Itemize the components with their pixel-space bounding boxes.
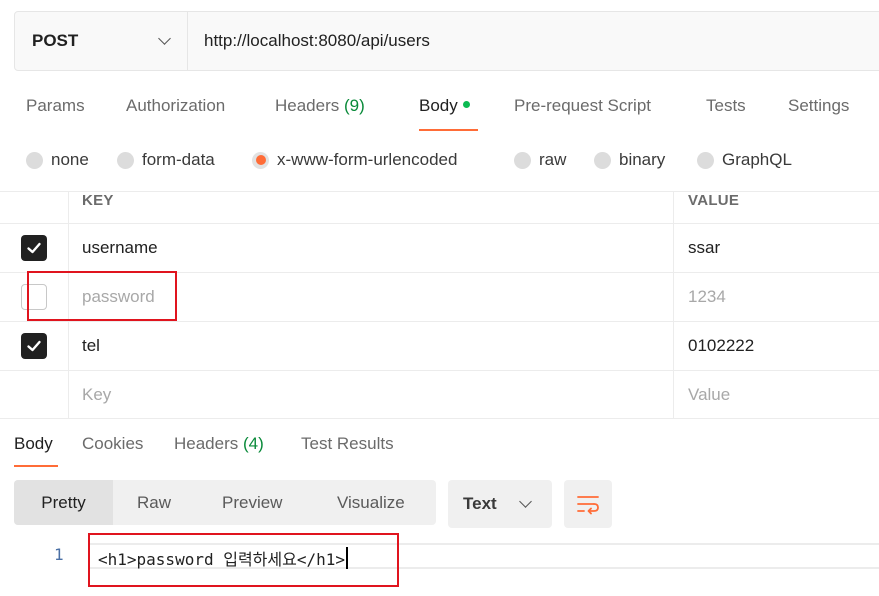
radio-none[interactable]: none bbox=[26, 150, 89, 170]
tab-headers[interactable]: Headers (9) bbox=[275, 96, 365, 116]
tab-response-headers-count: (4) bbox=[243, 434, 264, 453]
tab-test-results[interactable]: Test Results bbox=[301, 434, 394, 454]
view-mode-toggle: Pretty Raw Preview Visualize bbox=[14, 480, 436, 525]
param-value[interactable]: 1234 bbox=[674, 273, 879, 321]
radio-x-www-form-urlencoded[interactable]: x-www-form-urlencoded bbox=[252, 150, 457, 170]
table-row: tel 0102222 bbox=[0, 321, 879, 370]
method-label: POST bbox=[32, 31, 79, 50]
radio-label: none bbox=[51, 150, 89, 169]
tab-body-label: Body bbox=[419, 96, 458, 115]
check-icon bbox=[27, 242, 41, 254]
format-select[interactable]: Text bbox=[448, 480, 552, 528]
view-pretty[interactable]: Pretty bbox=[14, 480, 113, 525]
radio-label: x-www-form-urlencoded bbox=[277, 150, 458, 169]
param-key[interactable]: tel bbox=[69, 322, 674, 370]
line-number: 1 bbox=[54, 545, 64, 564]
table-header: KEY VALUE bbox=[0, 191, 879, 223]
table-row: username ssar bbox=[0, 223, 879, 272]
highlight-box-response bbox=[88, 533, 399, 587]
tab-response-headers[interactable]: Headers (4) bbox=[174, 434, 264, 454]
param-value[interactable]: 0102222 bbox=[674, 322, 879, 370]
column-value-header: VALUE bbox=[688, 192, 740, 209]
view-raw[interactable]: Raw bbox=[137, 480, 171, 525]
wrap-lines-icon bbox=[577, 496, 599, 515]
radio-label: raw bbox=[539, 150, 567, 169]
chevron-down-icon bbox=[519, 495, 532, 508]
view-preview[interactable]: Preview bbox=[222, 480, 282, 525]
wrap-lines-button[interactable] bbox=[564, 480, 612, 528]
highlight-box-password bbox=[27, 271, 177, 321]
radio-selected-icon bbox=[252, 151, 269, 169]
tab-params[interactable]: Params bbox=[26, 96, 85, 116]
radio-icon bbox=[514, 151, 531, 169]
active-response-tab-indicator bbox=[14, 465, 58, 467]
active-tab-indicator bbox=[419, 129, 478, 131]
radio-icon bbox=[697, 151, 714, 169]
tab-headers-count: (9) bbox=[344, 96, 365, 115]
column-key-header: KEY bbox=[69, 192, 674, 223]
new-key-input[interactable]: Key bbox=[69, 371, 674, 418]
radio-label: binary bbox=[619, 150, 666, 169]
radio-label: GraphQL bbox=[722, 150, 792, 169]
tab-body[interactable]: Body bbox=[419, 96, 470, 116]
method-select[interactable]: POST bbox=[15, 12, 188, 70]
row-checkbox[interactable] bbox=[21, 333, 47, 359]
tab-settings[interactable]: Settings bbox=[788, 96, 849, 116]
url-bar: POST http://localhost:8080/api/users bbox=[14, 11, 879, 71]
tab-tests[interactable]: Tests bbox=[706, 96, 746, 116]
tab-headers-label: Headers bbox=[275, 96, 340, 115]
radio-raw[interactable]: raw bbox=[514, 150, 566, 170]
radio-form-data[interactable]: form-data bbox=[117, 150, 215, 170]
tab-response-body[interactable]: Body bbox=[14, 434, 53, 454]
radio-icon bbox=[117, 151, 134, 169]
row-checkbox[interactable] bbox=[21, 235, 47, 261]
url-input[interactable]: http://localhost:8080/api/users bbox=[188, 12, 430, 70]
new-value-input[interactable]: Value bbox=[674, 371, 879, 418]
tab-response-headers-label: Headers bbox=[174, 434, 239, 453]
tab-authorization[interactable]: Authorization bbox=[126, 96, 225, 116]
check-icon bbox=[27, 340, 41, 352]
tab-cookies[interactable]: Cookies bbox=[82, 434, 143, 454]
param-value[interactable]: ssar bbox=[674, 224, 879, 272]
format-label: Text bbox=[463, 494, 497, 513]
table-row-empty: Key Value bbox=[0, 370, 879, 419]
param-key[interactable]: username bbox=[69, 224, 674, 272]
radio-icon bbox=[26, 151, 43, 169]
radio-graphql[interactable]: GraphQL bbox=[697, 150, 792, 170]
radio-binary[interactable]: binary bbox=[594, 150, 665, 170]
radio-icon bbox=[594, 151, 611, 169]
tab-pre-request-script[interactable]: Pre-request Script bbox=[514, 96, 651, 116]
modified-dot-icon bbox=[462, 101, 470, 108]
view-visualize[interactable]: Visualize bbox=[337, 480, 405, 525]
chevron-down-icon bbox=[158, 32, 171, 45]
radio-label: form-data bbox=[142, 150, 215, 169]
